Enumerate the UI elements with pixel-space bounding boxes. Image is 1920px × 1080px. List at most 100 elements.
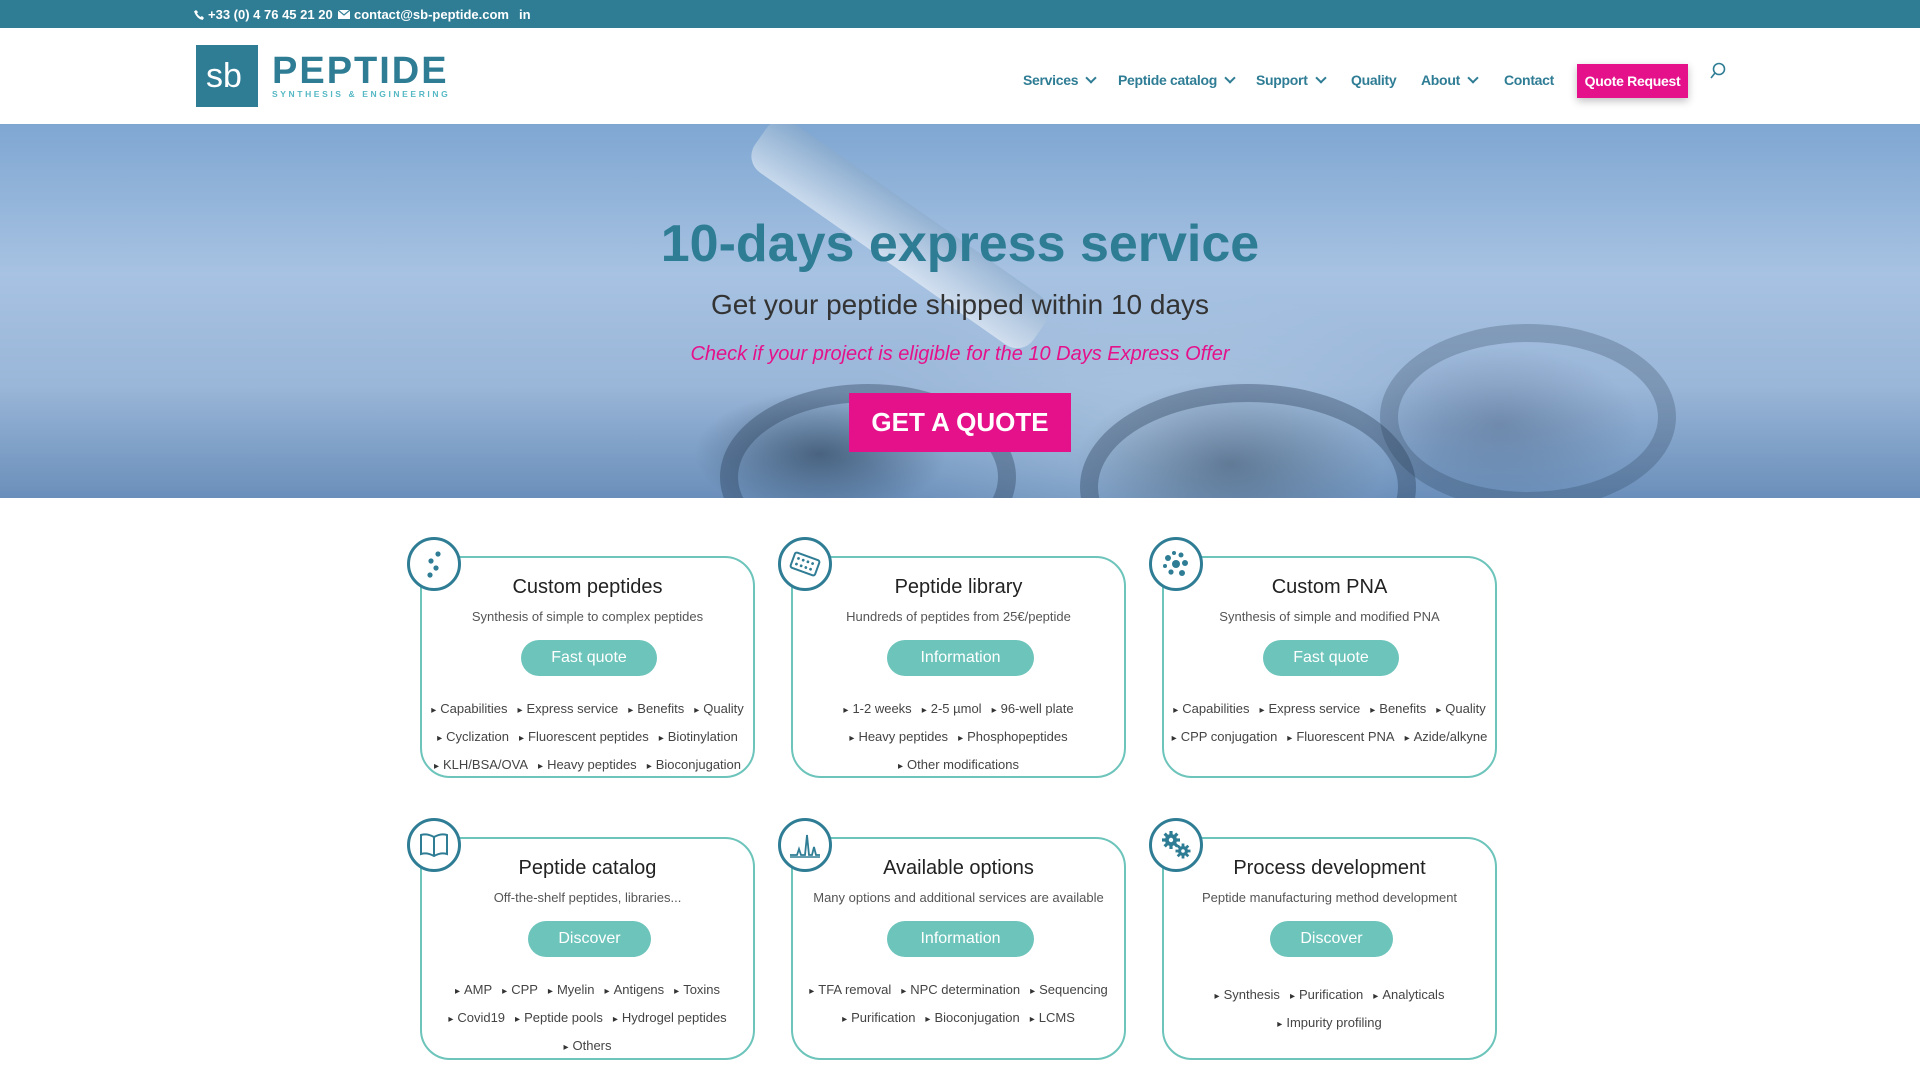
express-offer-link[interactable]: Check if your project is eligible for th… <box>0 343 1920 366</box>
card-link[interactable]: AMP <box>455 977 492 1005</box>
card-link[interactable]: Sequencing <box>1030 977 1108 1005</box>
card-link[interactable]: Hydrogel peptides <box>613 1005 727 1033</box>
envelope-icon <box>338 10 350 19</box>
card-title: Peptide catalog <box>518 857 657 879</box>
card-link[interactable]: Bioconjugation <box>647 752 741 780</box>
card-link[interactable]: Myelin <box>548 977 595 1005</box>
hero-title: 10-days express service <box>660 215 1260 273</box>
logo-mark: sb <box>196 45 258 107</box>
linkedin-link[interactable]: in <box>519 7 531 22</box>
email-address: contact@sb-peptide.com <box>354 7 509 22</box>
card-link[interactable]: Impurity profiling <box>1277 1010 1381 1038</box>
hero-subtitle: Get your peptide shipped within 10 days <box>710 289 1210 320</box>
discover-button[interactable]: Discover <box>528 921 651 957</box>
card-links: Capabilities Express service Benefits Quali… <box>422 696 753 780</box>
card-link[interactable]: Peptide pools <box>515 1005 603 1033</box>
chevron-down-icon <box>1314 72 1327 84</box>
card-link[interactable]: Capabilities <box>431 696 507 724</box>
nav-quality[interactable]: Quality <box>1351 72 1397 88</box>
email-link[interactable]: contact@sb-peptide.com <box>338 7 509 22</box>
card-link[interactable]: Express service <box>1259 696 1361 724</box>
information-button[interactable]: Information <box>887 921 1034 957</box>
card-links: AMP CPP Myelin Antigens Toxins Covid19 Peptid… <box>422 977 753 1061</box>
phone-link[interactable]: +33 (0) 4 76 45 21 20 <box>194 7 333 22</box>
card-subtitle: Synthesis of simple and modified PNA <box>1219 609 1440 624</box>
top-contact-bar: +33 (0) 4 76 45 21 20 contact@sb-peptide… <box>0 0 1920 28</box>
logo-tagline: SYNTHESIS & ENGINEERING <box>272 89 451 99</box>
card-title: Peptide library <box>894 576 1023 598</box>
fast-quote-button[interactable]: Fast quote <box>521 640 657 676</box>
discover-button[interactable]: Discover <box>1270 921 1393 957</box>
card-link[interactable]: CPP <box>502 977 538 1005</box>
card-link[interactable]: Synthesis <box>1215 982 1280 1010</box>
get-a-quote-button[interactable]: GET A QUOTE <box>849 393 1071 452</box>
card-link[interactable]: Heavy peptides <box>538 752 637 780</box>
card-link[interactable]: Biotinylation <box>659 724 738 752</box>
chevron-down-icon <box>1224 72 1236 84</box>
nav-services[interactable]: Services <box>1023 72 1097 88</box>
tube-decoration <box>1080 384 1416 498</box>
dots-cluster-icon <box>1149 537 1203 591</box>
card-links: TFA removal NPC determination Sequencing P… <box>793 977 1124 1033</box>
phone-icon <box>194 9 204 20</box>
card-link[interactable]: Purification <box>842 1005 915 1033</box>
card-link[interactable]: Benefits <box>1370 696 1426 724</box>
service-card: Peptide library Hundreds of peptides fro… <box>791 556 1126 778</box>
card-link[interactable]: CPP conjugation <box>1172 724 1278 752</box>
card-link[interactable]: Quality <box>694 696 743 724</box>
card-link[interactable]: 2-5 µmol <box>922 696 982 724</box>
nav-contact[interactable]: Contact <box>1504 72 1554 88</box>
svg-text:sb: sb <box>206 57 242 95</box>
card-link[interactable]: Bioconjugation <box>925 1005 1019 1033</box>
card-link[interactable]: Azide/alkyne <box>1405 724 1488 752</box>
card-title: Available options <box>883 857 1034 879</box>
information-button[interactable]: Information <box>887 640 1034 676</box>
card-link[interactable]: Covid19 <box>448 1005 505 1033</box>
card-subtitle: Synthesis of simple to complex peptides <box>471 609 704 624</box>
fast-quote-button[interactable]: Fast quote <box>1263 640 1399 676</box>
sb-logo-icon: sb <box>206 57 242 95</box>
card-link[interactable]: Antigens <box>605 977 665 1005</box>
card-link[interactable]: Fluorescent PNA <box>1287 724 1394 752</box>
site-logo[interactable]: sb PEPTIDE SYNTHESIS & ENGINEERING <box>196 45 450 107</box>
card-link[interactable]: Capabilities <box>1173 696 1249 724</box>
card-links: Synthesis Purification Analyticals Impurit… <box>1164 982 1495 1038</box>
search-icon[interactable] <box>1710 62 1726 82</box>
nav-support[interactable]: Support <box>1256 72 1327 88</box>
card-subtitle: Hundreds of peptides from 25€/peptide <box>846 609 1071 624</box>
card-link[interactable]: KLH/BSA/OVA <box>434 752 528 780</box>
card-link[interactable]: Quality <box>1436 696 1485 724</box>
chevron-down-icon <box>1467 72 1479 84</box>
nav-about[interactable]: About <box>1421 72 1479 88</box>
service-card: Peptide catalog Off-the-shelf peptides, … <box>420 837 755 1060</box>
card-link[interactable]: TFA removal <box>809 977 891 1005</box>
card-link[interactable]: NPC determination <box>901 977 1020 1005</box>
card-link[interactable]: Fluorescent peptides <box>519 724 649 752</box>
service-card: Process development Peptide manufacturin… <box>1162 837 1497 1060</box>
card-link[interactable]: Other modifications <box>898 752 1019 780</box>
card-link[interactable]: Analyticals <box>1373 982 1444 1010</box>
service-card: Custom PNA Synthesis of simple and modif… <box>1162 556 1497 778</box>
service-card: Custom peptides Synthesis of simple to c… <box>420 556 755 778</box>
card-link[interactable]: Heavy peptides <box>849 724 948 752</box>
card-link[interactable]: Benefits <box>628 696 684 724</box>
card-links: Capabilities Express service Benefits Quali… <box>1164 696 1495 752</box>
card-link[interactable]: Purification <box>1290 982 1363 1010</box>
quote-request-button[interactable]: Quote Request <box>1577 64 1688 98</box>
card-link[interactable]: 1-2 weeks <box>843 696 911 724</box>
site-header: sb PEPTIDE SYNTHESIS & ENGINEERING Servi… <box>0 28 1920 124</box>
card-link[interactable]: Cyclization <box>437 724 509 752</box>
card-link[interactable]: LCMS <box>1030 1005 1075 1033</box>
card-link[interactable]: Phosphopeptides <box>958 724 1067 752</box>
hero-banner: 10-days express service Get your peptide… <box>0 124 1920 498</box>
service-card: Available options Many options and addit… <box>791 837 1126 1060</box>
card-link[interactable]: Toxins <box>674 977 720 1005</box>
nav-peptide-catalog[interactable]: Peptide catalog <box>1118 72 1236 88</box>
card-links: 1-2 weeks 2-5 µmol 96-well plate Heavy pep… <box>793 696 1124 780</box>
phone-number: +33 (0) 4 76 45 21 20 <box>208 7 333 22</box>
logo-name: PEPTIDE <box>272 50 449 92</box>
card-link[interactable]: Others <box>563 1033 612 1061</box>
card-link[interactable]: 96-well plate <box>992 696 1074 724</box>
chromatogram-icon <box>778 818 832 872</box>
card-link[interactable]: Express service <box>517 696 619 724</box>
